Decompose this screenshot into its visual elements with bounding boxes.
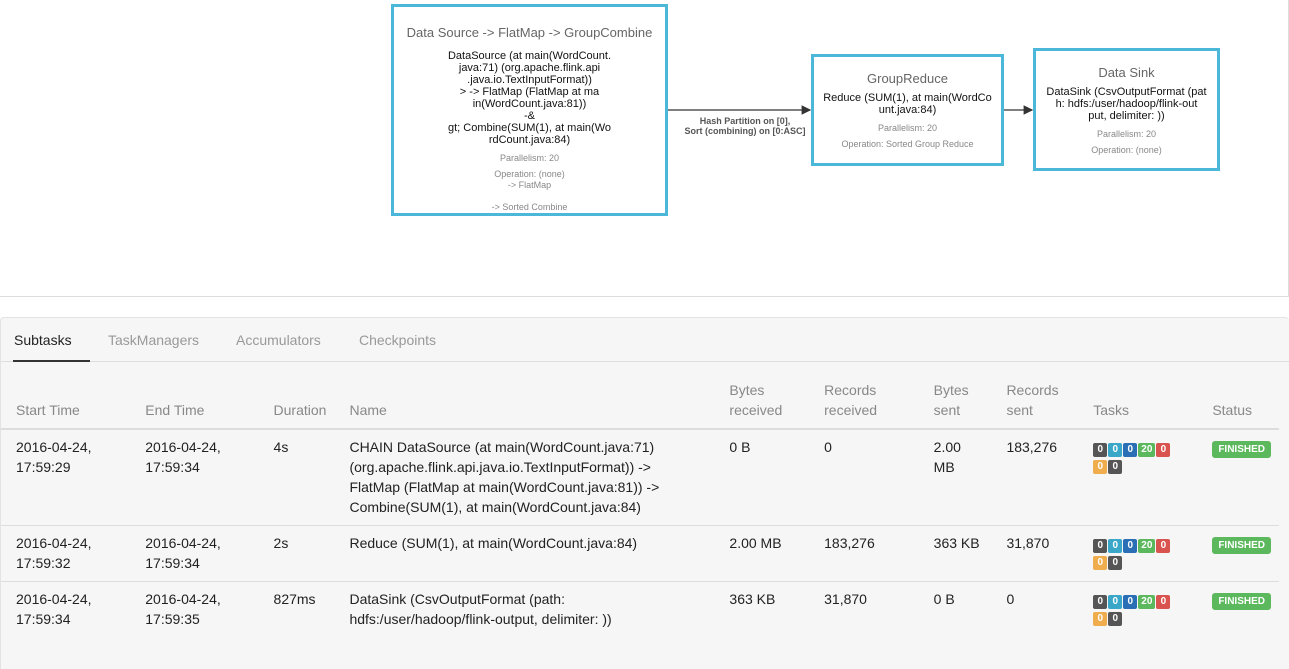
- node-parallelism: Parallelism: 20: [1096, 129, 1157, 139]
- node-parallelism: Parallelism: 20: [877, 123, 938, 133]
- cell-end-time: 2016-04-24, 17:59:34: [130, 525, 259, 582]
- cell-tasks: 0 0 0 20 0 0 0: [1078, 525, 1198, 582]
- col-tasks[interactable]: Tasks: [1078, 376, 1198, 430]
- cell-status: FINISHED: [1197, 429, 1279, 526]
- node-parallelism: Parallelism: 20: [499, 153, 560, 163]
- cell-start-time: 2016-04-24, 17:59:32: [1, 525, 131, 582]
- table-header-row: Start Time End Time Duration Name Bytes …: [1, 376, 1279, 430]
- tab-checkpoints[interactable]: Checkpoints: [359, 318, 436, 362]
- cell-bytes-received: 0 B: [714, 429, 810, 526]
- col-bytes-received[interactable]: Bytes received: [714, 376, 810, 430]
- node-description: DataSink (CsvOutputFormat (pat h: hdfs:/…: [1046, 86, 1207, 122]
- cell-records-sent: 0: [1006, 591, 1015, 607]
- cell-name: Reduce (SUM(1), at main(WordCount.java:8…: [334, 525, 715, 582]
- task-count-deploying: 0: [1123, 595, 1138, 609]
- plan-node-datasink[interactable]: Data Sink DataSink (CsvOutputFormat (pat…: [1033, 48, 1220, 171]
- task-count-finished: 20: [1138, 595, 1156, 609]
- node-operation: Operation: (none) -> FlatMap -> Sorted C…: [491, 169, 568, 212]
- node-operation: Operation: Sorted Group Reduce: [841, 139, 974, 149]
- task-count-created: 0: [1093, 443, 1108, 457]
- cell-duration: 2s: [258, 525, 335, 582]
- task-count-created: 0: [1093, 539, 1108, 553]
- cell-bytes-sent: 363 KB: [918, 525, 992, 582]
- cell-records-sent: 183,276: [991, 429, 1079, 526]
- cell-tasks: 0 0 0 20 0 0 0: [1078, 429, 1198, 526]
- task-count-finished: 20: [1138, 443, 1156, 457]
- cell-bytes-sent: 0 B: [933, 591, 955, 607]
- node-operation: Operation: (none): [1091, 145, 1162, 155]
- task-count-deploying: 0: [1123, 539, 1138, 553]
- status-badge: FINISHED: [1212, 441, 1271, 458]
- cell-start-time: 2016-04-24, 17:59:29: [1, 429, 131, 526]
- cell-end-time: 2016-04-24, 17:59:35: [145, 591, 221, 627]
- table-row[interactable]: 2016-04-24, 17:59:32 2016-04-24, 17:59:3…: [1, 525, 1279, 582]
- col-end-time[interactable]: End Time: [130, 376, 259, 430]
- task-count-deploying: 0: [1123, 443, 1138, 457]
- cell-name: DataSink (CsvOutputFormat (path: hdfs:/u…: [349, 591, 612, 627]
- plan-node-source[interactable]: Data Source -> FlatMap -> GroupCombine D…: [391, 4, 668, 216]
- node-title: Data Source -> FlatMap -> GroupCombine: [406, 25, 653, 40]
- task-count-canceling: 0: [1093, 460, 1108, 474]
- col-duration[interactable]: Duration: [258, 376, 335, 430]
- col-status[interactable]: Status: [1197, 376, 1279, 430]
- job-details-panel: Subtasks TaskManagers Accumulators Check…: [0, 317, 1289, 669]
- cell-start-time: 2016-04-24, 17:59:34: [16, 591, 92, 627]
- node-title: Data Sink: [1098, 65, 1155, 80]
- table-row[interactable]: 2016-04-24, 17:59:29 2016-04-24, 17:59:3…: [1, 429, 1279, 526]
- task-count-finished: 20: [1138, 539, 1156, 553]
- detail-tabs: Subtasks TaskManagers Accumulators Check…: [1, 318, 1289, 362]
- task-count-canceling: 0: [1093, 612, 1108, 626]
- tab-accumulators[interactable]: Accumulators: [236, 318, 321, 362]
- task-count-created: 0: [1093, 595, 1108, 609]
- tab-subtasks[interactable]: Subtasks: [13, 318, 90, 362]
- cell-bytes-received: 2.00 MB: [714, 525, 810, 582]
- subtasks-table: Start Time End Time Duration Name Bytes …: [1, 376, 1279, 637]
- status-badge: FINISHED: [1212, 537, 1271, 554]
- col-name[interactable]: Name: [334, 376, 715, 430]
- edge-label: Hash Partition on [0], Sort (combining) …: [684, 116, 806, 136]
- table-row[interactable]: 2016-04-24, 17:59:34 2016-04-24, 17:59:3…: [1, 582, 1279, 638]
- task-count-failed: 0: [1156, 443, 1171, 457]
- cell-bytes-sent: 2.00 MB: [918, 429, 992, 526]
- node-title: GroupReduce: [867, 71, 948, 86]
- task-count-scheduled: 0: [1108, 443, 1123, 457]
- cell-tasks: 0 0 0 20 0 0 0: [1078, 582, 1197, 638]
- cell-records-sent: 31,870: [991, 525, 1079, 582]
- job-plan-graph[interactable]: Data Source -> FlatMap -> GroupCombine D…: [0, 0, 1289, 297]
- cell-end-time: 2016-04-24, 17:59:34: [130, 429, 259, 526]
- plan-node-groupreduce[interactable]: GroupReduce Reduce (SUM(1), at main(Word…: [811, 54, 1004, 166]
- cell-duration: 4s: [258, 429, 335, 526]
- task-count-failed: 0: [1156, 539, 1171, 553]
- col-start-time[interactable]: Start Time: [1, 376, 131, 430]
- cell-records-received: 0: [809, 429, 919, 526]
- col-bytes-sent[interactable]: Bytes sent: [918, 376, 992, 430]
- cell-records-received: 31,870: [824, 591, 867, 607]
- cell-records-received: 183,276: [809, 525, 919, 582]
- col-records-sent[interactable]: Records sent: [991, 376, 1079, 430]
- cell-name: CHAIN DataSource (at main(WordCount.java…: [334, 429, 715, 526]
- cell-bytes-received: 363 KB: [729, 591, 776, 607]
- task-count-canceled: 0: [1108, 556, 1123, 570]
- task-count-canceled: 0: [1108, 612, 1123, 626]
- node-description: DataSource (at main(WordCount. java:71) …: [447, 50, 612, 146]
- col-records-received[interactable]: Records received: [809, 376, 919, 430]
- task-count-failed: 0: [1156, 595, 1171, 609]
- status-badge: FINISHED: [1212, 593, 1271, 610]
- cell-duration: 827ms: [273, 591, 316, 607]
- task-count-scheduled: 0: [1108, 539, 1123, 553]
- task-count-scheduled: 0: [1108, 595, 1123, 609]
- task-count-canceled: 0: [1108, 460, 1123, 474]
- tab-taskmanagers[interactable]: TaskManagers: [108, 318, 199, 362]
- cell-status: FINISHED: [1197, 582, 1279, 638]
- cell-status: FINISHED: [1197, 525, 1279, 582]
- task-count-canceling: 0: [1093, 556, 1108, 570]
- node-description: Reduce (SUM(1), at main(WordCo unt.java:…: [823, 92, 992, 116]
